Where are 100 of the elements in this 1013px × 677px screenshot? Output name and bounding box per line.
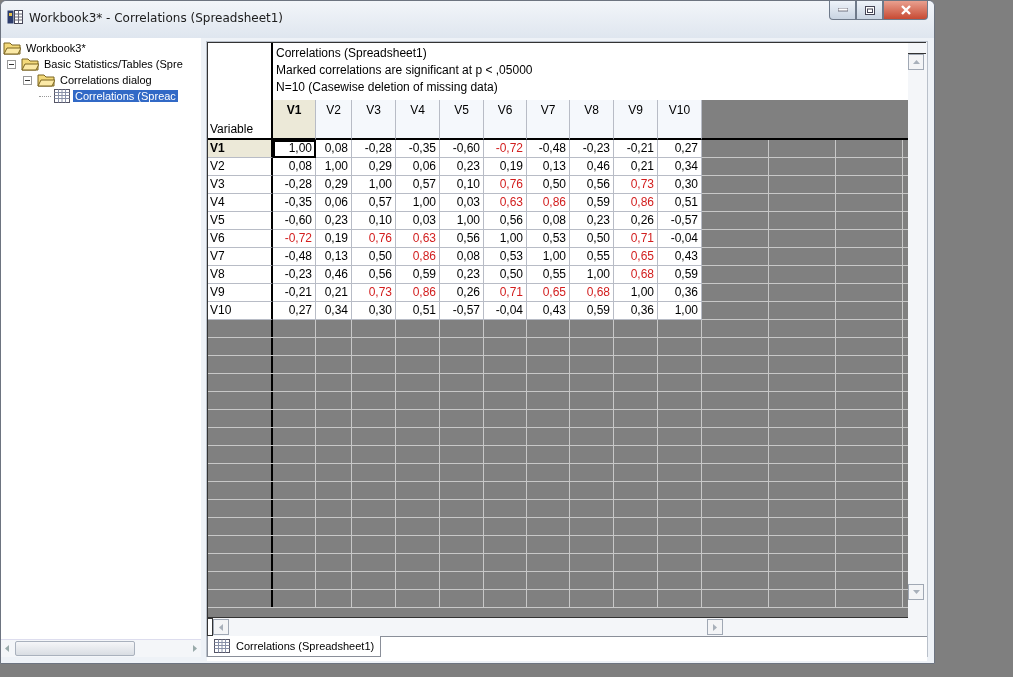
row-header[interactable]: V3	[208, 176, 273, 194]
table-cell: -0,04	[484, 302, 527, 320]
column-header[interactable]: V5	[440, 100, 484, 140]
column-header[interactable]: V2	[316, 100, 352, 140]
column-header[interactable]: V6	[484, 100, 527, 140]
table-cell: 0,08	[316, 140, 352, 158]
tree-item[interactable]: Correlations (Spreac	[73, 90, 178, 102]
close-icon	[899, 5, 912, 15]
table-cell: 1,00	[658, 302, 702, 320]
table-cell: 0,50	[484, 266, 527, 284]
collapse-toggle[interactable]	[7, 59, 16, 69]
row-header[interactable]: V6	[208, 230, 273, 248]
table-cell: 0,10	[440, 176, 484, 194]
row-header[interactable]: V7	[208, 248, 273, 266]
minimize-icon	[837, 8, 848, 12]
right-arrow-icon	[713, 623, 717, 631]
row-header[interactable]: V5	[208, 212, 273, 230]
maximize-button[interactable]	[856, 1, 883, 20]
table-cell: 0,23	[440, 266, 484, 284]
table-cell: 0,71	[484, 284, 527, 302]
table-cell: 0,59	[658, 266, 702, 284]
table-cell: -0,28	[273, 176, 316, 194]
table-cell: 1,00	[440, 212, 484, 230]
horizontal-scrollbar[interactable]	[1, 639, 201, 657]
table-cell: 0,86	[396, 248, 440, 266]
column-header[interactable]: V10	[658, 100, 702, 140]
table-cell: 0,36	[658, 284, 702, 302]
table-cell: 0,34	[658, 158, 702, 176]
table-cell: 0,08	[527, 212, 570, 230]
row-header[interactable]: V8	[208, 266, 273, 284]
table-cell: 0,36	[614, 302, 658, 320]
table-cell: 0,43	[527, 302, 570, 320]
table-cell: 1,00	[527, 248, 570, 266]
row-header[interactable]: V10	[208, 302, 273, 320]
tree-item[interactable]: Basic Statistics/Tables (Spre	[42, 58, 185, 70]
table-cell: 0,86	[527, 194, 570, 212]
table-cell: 0,63	[396, 230, 440, 248]
up-arrow-icon	[912, 60, 920, 64]
table-cell: 0,26	[440, 284, 484, 302]
window-title: Workbook3* - Correlations (Spreadsheet1)	[29, 11, 284, 25]
table-cell: 0,57	[352, 194, 396, 212]
close-button[interactable]	[883, 1, 928, 20]
table-caption: Correlations (Spreadsheet1)	[276, 45, 428, 62]
table-cell: -0,35	[396, 140, 440, 158]
table-cell: -0,28	[352, 140, 396, 158]
row-header[interactable]: V1	[208, 140, 273, 158]
table-cell: 0,55	[570, 248, 614, 266]
table-cell: 0,63	[484, 194, 527, 212]
collapse-toggle[interactable]	[23, 75, 32, 85]
app-icon	[7, 9, 23, 25]
table-cell: 0,06	[316, 194, 352, 212]
table-cell: 0,23	[440, 158, 484, 176]
table-cell: 0,27	[273, 302, 316, 320]
table-cell: 0,68	[614, 266, 658, 284]
table-cell: 0,73	[614, 176, 658, 194]
table-caption: Marked correlations are significant at p < ,05000	[276, 62, 534, 79]
table-cell: 0,27	[658, 140, 702, 158]
sheet-tab[interactable]: Correlations (Spreadsheet1)	[207, 636, 382, 657]
table-cell: 0,53	[527, 230, 570, 248]
table-cell: -0,48	[527, 140, 570, 158]
table-cell: -0,57	[440, 302, 484, 320]
table-cell: 0,29	[316, 176, 352, 194]
scroll-up-button[interactable]	[908, 54, 924, 70]
table-cell: 1,00	[316, 158, 352, 176]
table-cell: 0,30	[658, 176, 702, 194]
table-cell: -0,21	[614, 140, 658, 158]
scroll-thumb[interactable]	[15, 641, 135, 656]
row-header[interactable]: V2	[208, 158, 273, 176]
column-header[interactable]: V3	[352, 100, 396, 140]
table-cell: -0,35	[273, 194, 316, 212]
minimize-button[interactable]	[829, 1, 856, 20]
column-header[interactable]: V9	[614, 100, 658, 140]
table-cell: 0,56	[570, 176, 614, 194]
table-cell: 0,06	[396, 158, 440, 176]
table-cell: 0,86	[614, 194, 658, 212]
table-cell: 1,00	[484, 230, 527, 248]
scroll-down-button[interactable]	[908, 584, 924, 600]
table-cell: 0,13	[527, 158, 570, 176]
tree-item[interactable]: Correlations dialog	[58, 74, 154, 86]
column-header[interactable]: V4	[396, 100, 440, 140]
table-cell: 1,00	[396, 194, 440, 212]
table-cell: 0,50	[527, 176, 570, 194]
table-cell: 0,21	[614, 158, 658, 176]
split-box[interactable]	[207, 618, 213, 636]
column-header[interactable]: V1	[273, 100, 316, 140]
table-cell: 0,76	[484, 176, 527, 194]
row-header[interactable]: V4	[208, 194, 273, 212]
table-cell: 0,23	[570, 212, 614, 230]
column-header[interactable]: V7	[527, 100, 570, 140]
table-cell: 0,57	[396, 176, 440, 194]
tree-item[interactable]: Workbook3*	[24, 42, 88, 54]
table-cell: -0,23	[570, 140, 614, 158]
table-cell: 0,03	[396, 212, 440, 230]
scroll-right-button[interactable]	[707, 619, 723, 635]
table-cell: 0,10	[352, 212, 396, 230]
spreadsheet-icon	[54, 89, 70, 103]
row-header[interactable]: V9	[208, 284, 273, 302]
folder-icon	[3, 41, 21, 55]
maximize-icon	[864, 5, 875, 15]
column-header[interactable]: V8	[570, 100, 614, 140]
